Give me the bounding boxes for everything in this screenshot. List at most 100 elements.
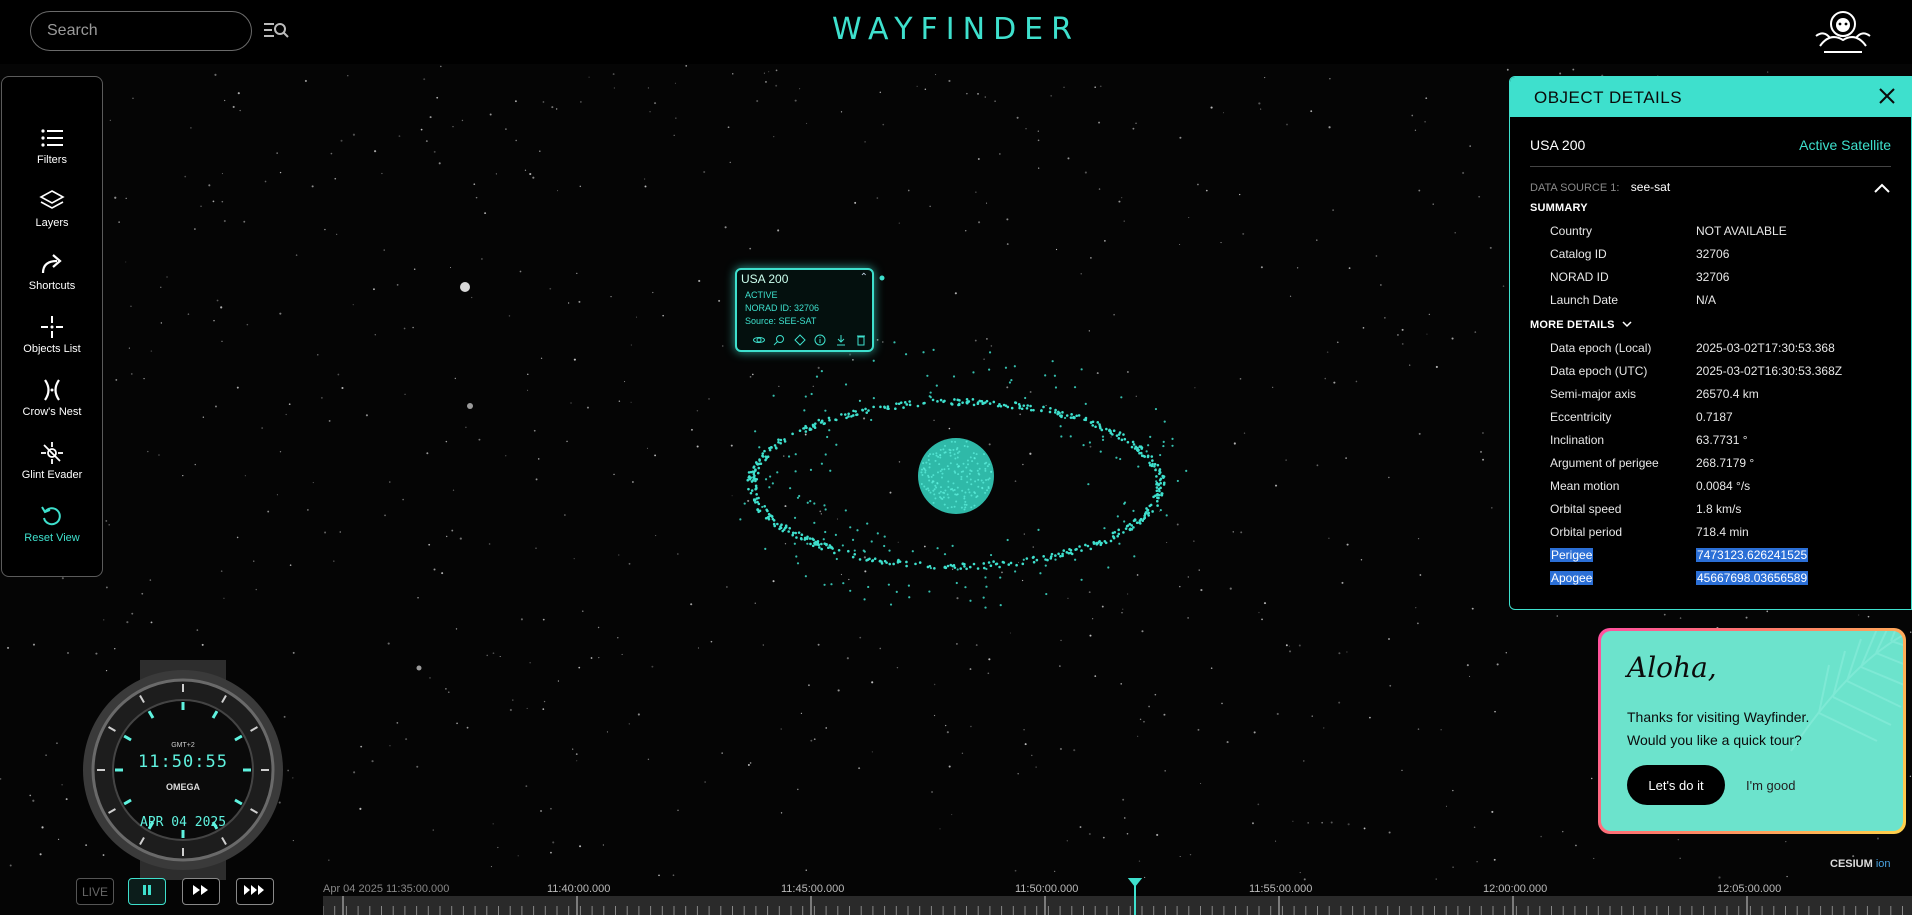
- orbit-object: [812, 538, 815, 542]
- search-filter-icon[interactable]: [262, 20, 290, 42]
- star: [1286, 123, 1288, 126]
- sidebar-item-filters[interactable]: Filters: [2, 125, 102, 183]
- star: [1123, 817, 1126, 819]
- orbit-object: [1046, 558, 1049, 562]
- star: [768, 71, 770, 73]
- skip-tour-button[interactable]: I'm good: [1746, 778, 1795, 793]
- orbit-object: [992, 400, 996, 404]
- data-source-row[interactable]: DATA SOURCE 1: see-sat: [1530, 180, 1891, 198]
- sidebar-item-crows-nest[interactable]: Crow's Nest: [2, 377, 102, 435]
- star: [490, 865, 493, 868]
- satellite-popup[interactable]: USA 200 ⌃ ACTIVE NORAD ID: 32706 Source:…: [735, 268, 874, 352]
- orbit-object: [895, 402, 898, 405]
- detail-label: Inclination: [1550, 433, 1605, 447]
- start-tour-button[interactable]: Let's do it: [1627, 765, 1725, 805]
- orbit-object: [754, 461, 758, 464]
- star: [799, 88, 801, 90]
- orbit-object: [1074, 548, 1077, 551]
- star: [1179, 244, 1181, 246]
- popup-collapse-icon[interactable]: ⌃: [860, 272, 868, 283]
- star: [328, 859, 330, 861]
- star: [1132, 127, 1135, 130]
- orbit-icon[interactable]: [753, 334, 765, 346]
- star: [508, 315, 511, 317]
- star: [1066, 840, 1068, 842]
- star: [276, 494, 278, 496]
- star: [221, 340, 223, 342]
- detail-value: 32706: [1696, 270, 1730, 284]
- star: [466, 726, 469, 729]
- star: [267, 510, 270, 513]
- orbit-object: [767, 512, 771, 516]
- star: [1572, 68, 1575, 71]
- orbit-object: [1132, 526, 1135, 529]
- orbit-object: [1061, 552, 1064, 556]
- playhead-handle[interactable]: [1127, 877, 1143, 887]
- orbit-object: [824, 409, 827, 412]
- star: [371, 760, 374, 763]
- orbit-object: [1123, 501, 1127, 504]
- search-input[interactable]: [30, 11, 252, 51]
- earth-texture: [934, 484, 937, 487]
- star: [1118, 200, 1121, 203]
- star: [613, 473, 615, 476]
- star: [552, 841, 555, 844]
- star: [674, 82, 676, 84]
- orbit-object: [754, 468, 757, 471]
- faster-forward-button[interactable]: [236, 878, 274, 905]
- earth-texture: [966, 445, 969, 448]
- live-button[interactable]: LIVE: [76, 878, 114, 905]
- sidebar-item-glint-evader[interactable]: Glint Evader: [2, 440, 102, 498]
- star: [1303, 760, 1305, 762]
- download-icon[interactable]: [835, 334, 847, 346]
- orbit-object: [904, 353, 908, 356]
- orbit-object: [763, 449, 766, 453]
- star: [416, 765, 419, 768]
- sidebar-item-shortcuts[interactable]: Shortcuts: [2, 251, 102, 309]
- star: [703, 170, 706, 173]
- sidebar-item-layers[interactable]: Layers: [2, 188, 102, 246]
- orbit-object: [872, 359, 875, 362]
- search-icon[interactable]: [773, 334, 785, 346]
- orbit-object: [1070, 413, 1073, 416]
- chevron-down-icon: [1622, 321, 1632, 328]
- earth-texture: [928, 462, 931, 465]
- orbit-object: [810, 392, 813, 396]
- sidebar-item-objects-list[interactable]: Objects List: [2, 314, 102, 372]
- star: [747, 763, 750, 766]
- earth-texture: [956, 493, 959, 496]
- fast-forward-button[interactable]: [182, 878, 220, 905]
- star: [1261, 618, 1263, 621]
- sidebar-item-reset-view[interactable]: Reset View: [2, 503, 102, 561]
- chevron-up-icon[interactable]: [1873, 182, 1891, 194]
- orbit-object: [999, 404, 1003, 408]
- delete-icon[interactable]: [855, 334, 867, 346]
- star: [1258, 102, 1261, 105]
- close-icon[interactable]: [1877, 86, 1897, 106]
- orbit-object: [853, 553, 857, 556]
- earth-texture: [954, 440, 957, 443]
- star: [1285, 644, 1288, 647]
- info-icon[interactable]: [814, 334, 826, 346]
- cesium-attribution[interactable]: CESIUM ion: [1830, 858, 1891, 870]
- star: [359, 807, 362, 810]
- orbit-object: [895, 590, 898, 593]
- orbit-object: [1096, 421, 1100, 424]
- target-icon[interactable]: [794, 334, 806, 346]
- user-avatar-icon[interactable]: [1810, 6, 1876, 56]
- timeline[interactable]: Apr 04 2025 11:35:00.000 11:40:00.000 11:4…: [322, 877, 1912, 915]
- timeline-bar[interactable]: [323, 896, 1912, 915]
- star: [1663, 613, 1666, 616]
- more-details-toggle[interactable]: MORE DETAILS: [1530, 319, 1632, 331]
- star: [630, 401, 632, 403]
- pause-button[interactable]: [128, 878, 166, 905]
- detail-label: Mean motion: [1550, 479, 1620, 493]
- timeline-track[interactable]: Apr 04 2025 11:35:00.000 11:40:00.000 11:4…: [322, 877, 1912, 915]
- detail-value: 1.8 km/s: [1696, 502, 1742, 516]
- star: [65, 798, 68, 801]
- star: [1009, 632, 1011, 634]
- orbit-object: [1069, 435, 1072, 438]
- orbit-object: [776, 522, 779, 526]
- orbit-object: [987, 561, 991, 564]
- earth-texture: [946, 493, 949, 496]
